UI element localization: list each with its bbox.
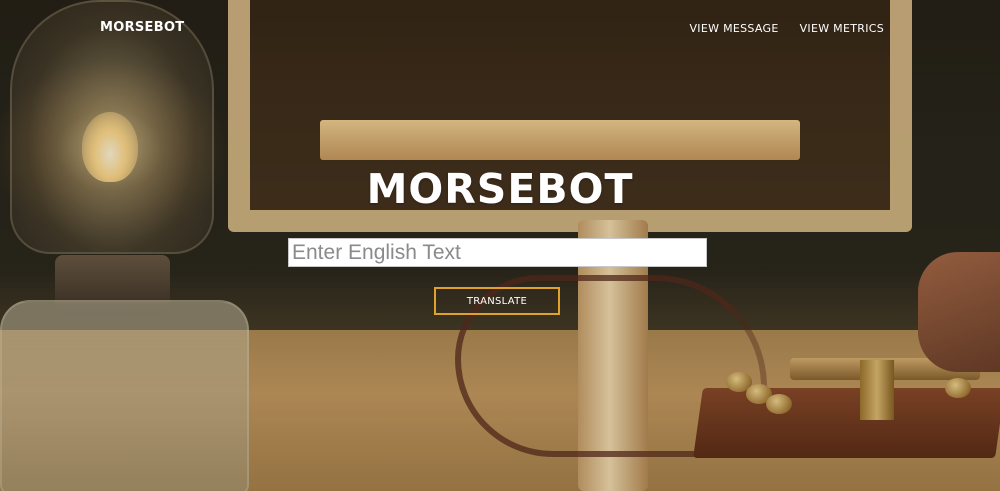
nav-view-message[interactable]: VIEW MESSAGE xyxy=(689,22,778,35)
brand-logo[interactable]: MORSEBOT xyxy=(100,20,184,35)
translate-button[interactable]: TRANSLATE xyxy=(434,287,560,315)
hero-title: MORSEBOT xyxy=(366,165,634,213)
nav-view-metrics[interactable]: VIEW METRICS xyxy=(800,22,884,35)
english-text-input[interactable] xyxy=(288,238,707,267)
top-nav: VIEW MESSAGE VIEW METRICS xyxy=(689,22,884,35)
